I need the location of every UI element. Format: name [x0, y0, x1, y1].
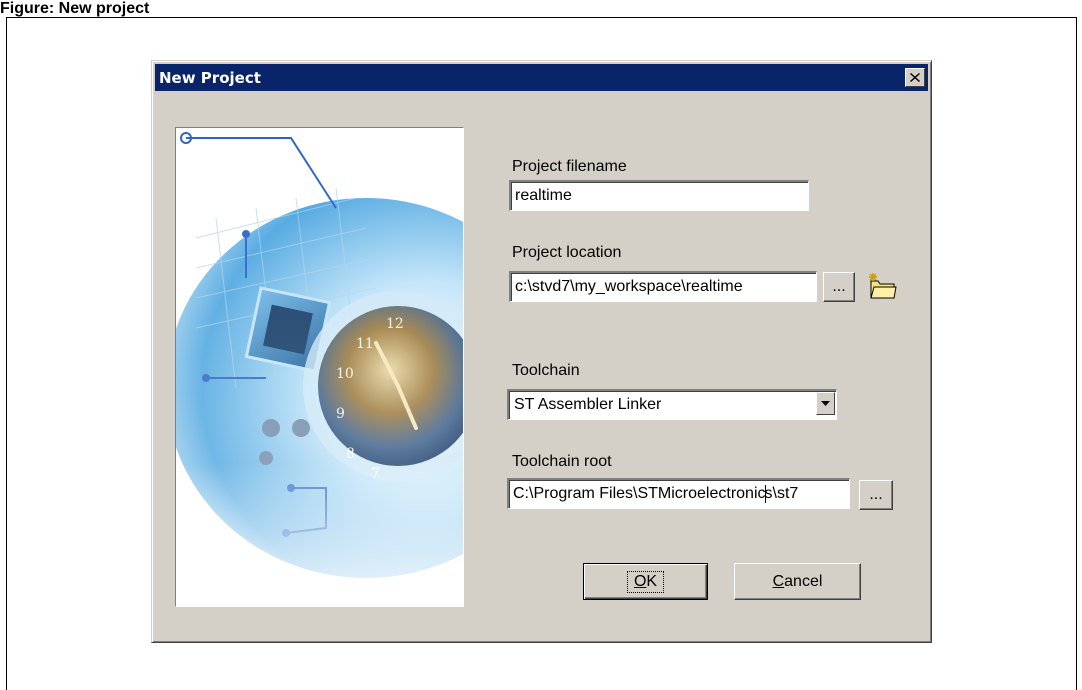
toolchain-root-value-end: s\st7 — [764, 485, 799, 503]
toolchain-root-browse-button[interactable]: ... — [859, 480, 893, 510]
cancel-button-label: Cancel — [773, 573, 823, 591]
ok-mnemonic: O — [633, 572, 647, 590]
close-button[interactable] — [905, 68, 925, 87]
new-folder-button[interactable] — [863, 268, 899, 304]
cancel-mnemonic: C — [772, 572, 785, 590]
ok-button-label: OK — [626, 570, 665, 593]
cancel-button[interactable]: Cancel — [734, 563, 861, 600]
ok-button[interactable]: OK — [583, 563, 708, 600]
cancel-label-rest: ancel — [784, 572, 823, 590]
project-location-field[interactable]: c:\stvd7\my_workspace\realtime — [509, 271, 817, 302]
toolchain-selected-value: ST Assembler Linker — [514, 396, 662, 413]
close-icon — [910, 73, 920, 82]
browse-button-label: ... — [832, 278, 846, 295]
wizard-illustration: 12 11 10 9 8 7 — [175, 127, 464, 607]
project-filename-label: Project filename — [512, 158, 627, 175]
wizard-illustration-art: 12 11 10 9 8 7 — [176, 128, 463, 606]
new-project-dialog: New Project Project filename realtime Pr… — [151, 60, 932, 643]
new-folder-icon — [869, 273, 897, 299]
toolchain-root-label: Toolchain root — [512, 453, 612, 470]
project-location-browse-button[interactable]: ... — [823, 272, 855, 302]
toolchain-root-value-start: C:\Program Files\STMicroelectronic — [513, 485, 766, 503]
title-bar[interactable]: New Project — [155, 64, 928, 91]
dialog-title: New Project — [159, 68, 261, 87]
chevron-down-icon — [821, 401, 830, 406]
page: Figure: New project New Project Project … — [0, 0, 1082, 690]
toolchain-label: Toolchain — [512, 362, 580, 379]
browse-button-label: ... — [869, 486, 883, 503]
project-filename-field[interactable]: realtime — [509, 180, 809, 211]
ok-label-rest: K — [646, 572, 658, 590]
toolchain-root-field[interactable]: C:\Program Files\STMicroelectronics\st7 — [507, 478, 850, 509]
toolchain-select[interactable]: ST Assembler Linker — [507, 389, 837, 420]
document-caption: Figure: New project — [0, 0, 150, 17]
toolchain-dropdown-button[interactable] — [816, 392, 835, 415]
project-location-label: Project location — [512, 244, 622, 261]
